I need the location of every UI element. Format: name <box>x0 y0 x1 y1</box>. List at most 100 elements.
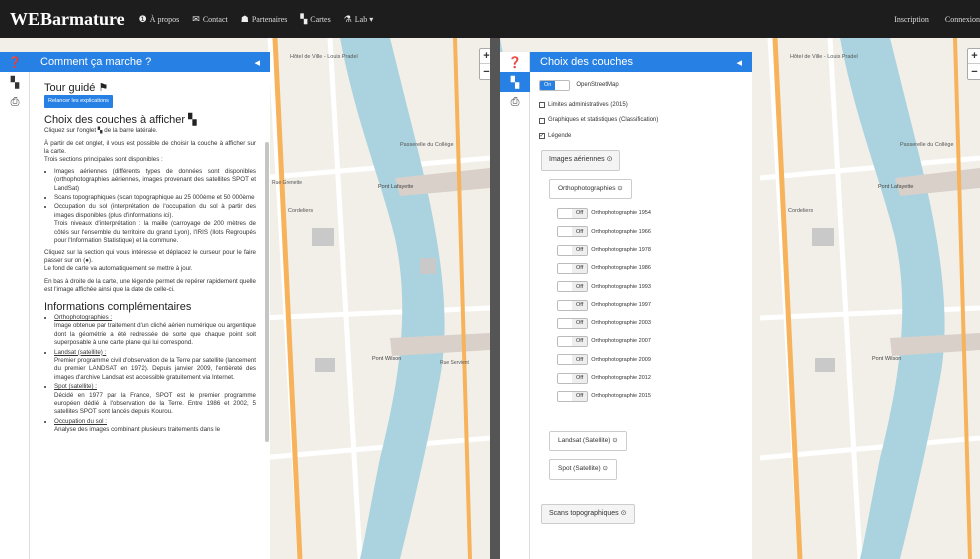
map-label-hotel-de-ville: Hôtel de Ville - Louis Pradel <box>290 54 358 60</box>
ortho-toggle[interactable]: Off <box>557 262 589 274</box>
ortho-list: Off Orthophotographie 1954 Off Orthophotog… <box>557 207 743 403</box>
list-item: Off Orthophotographie 1978 <box>557 244 743 257</box>
nav-partners[interactable]: ☗ Partenaires <box>241 14 288 25</box>
list-item: Off Orthophotographie 2007 <box>557 335 743 348</box>
list-item: Occupation du sol (interprétation de l'o… <box>54 203 256 245</box>
list-item: Off Orthophotographie 2015 <box>557 390 743 403</box>
tour-title: Tour guidé ⚑ <box>44 82 109 94</box>
landsat-section[interactable]: Landsat (Satellite) ⊙ <box>549 431 627 452</box>
chevron-down-icon: ⊙ <box>612 437 618 444</box>
flask-icon: ⚗ <box>343 13 352 24</box>
tab-help[interactable]: ❓ <box>0 52 30 72</box>
chevron-down-icon: ⊙ <box>617 184 623 192</box>
map-icon: ▚ <box>510 76 520 89</box>
chevron-down-icon: ⊙ <box>602 465 608 473</box>
legend-checkbox[interactable]: ✓ <box>539 133 545 140</box>
collapse-panel-icon[interactable]: ◂ <box>736 56 742 69</box>
ortho-toggle[interactable]: Off <box>557 208 589 220</box>
list-item: Off Orthophotographie 2012 <box>557 372 743 385</box>
login-link[interactable]: Connexion <box>945 15 980 24</box>
help-p2: À partir de cet onglet, il vous est poss… <box>44 139 256 156</box>
nav-about[interactable]: ❶À propos <box>139 14 180 25</box>
zoom-control-right: + − <box>967 48 980 80</box>
map-icon: ▚ <box>188 113 197 126</box>
help-panel-header: Comment ça marche ? ◂ <box>30 52 270 72</box>
panel-scrollbar[interactable] <box>265 142 269 442</box>
map-label-pont-wilson: Pont Wilson <box>372 356 401 362</box>
list-item: Off Orthophotographie 2003 <box>557 317 743 330</box>
register-link[interactable]: Inscription <box>894 15 929 24</box>
help-p3: Trois sections principales sont disponib… <box>44 156 163 164</box>
map-label-rue-grenette: Rue Grenette <box>272 180 302 186</box>
map-label-passerelle: Passerelle du Collège <box>900 142 954 148</box>
chevron-down-icon: ⊙ <box>620 509 627 517</box>
list-item: Orthophotographies :Image obtenue par tr… <box>54 314 256 348</box>
zoom-in-button[interactable]: + <box>480 49 490 64</box>
help-p4: Cliquez sur la section qui vous intéress… <box>44 248 256 264</box>
ortho-toggle[interactable]: Off <box>557 372 589 384</box>
relaunch-tour-button[interactable]: Relancer les explications <box>44 95 113 108</box>
tab-help[interactable]: ❓ <box>500 52 530 72</box>
map-label-passerelle: Passerelle du Collège <box>400 142 454 148</box>
nav-contact[interactable]: ✉ Contact <box>192 14 227 25</box>
osm-label: OpenStreetMap <box>576 82 619 89</box>
list-item: Off Orthophotographie 1997 <box>557 299 743 312</box>
help-p1: Cliquez sur l'onglet ▚ de la barre latér… <box>44 127 158 135</box>
osm-row: On OpenStreetMap <box>539 80 743 91</box>
nav-lab-dropdown[interactable]: ⚗ Lab ▾ <box>344 14 374 25</box>
tab-layers[interactable]: ▚ <box>500 72 530 92</box>
layers-panel-body: On OpenStreetMap Limites administratives… <box>530 72 752 532</box>
ortho-toggle[interactable]: Off <box>557 336 589 348</box>
list-item: Spot (satellite) :Décidé en 1977 par la … <box>54 383 256 417</box>
ortho-toggle[interactable]: Off <box>557 299 589 311</box>
ortho-toggle[interactable]: Off <box>557 244 589 256</box>
ortho-toggle[interactable]: Off <box>557 317 589 329</box>
checkbox-row: Limites administratives (2015) <box>539 101 743 109</box>
right-pane: Hôtel de Ville - Louis Pradel Passerelle… <box>500 38 980 559</box>
zoom-control-left: + − <box>479 48 490 80</box>
print-icon: ⎙ <box>10 95 20 108</box>
osm-toggle[interactable]: On <box>539 80 571 91</box>
info-icon: ❶ <box>138 13 147 24</box>
layers-panel-header: Choix des couches ◂ <box>530 52 752 72</box>
print-icon: ⎙ <box>510 95 520 108</box>
ortho-toggle[interactable]: Off <box>557 391 589 402</box>
ortho-section[interactable]: Orthophotographies ⊙ <box>549 178 632 200</box>
stats-checkbox[interactable] <box>539 117 545 124</box>
sections-list: Images aériennes (différents types de do… <box>44 168 256 246</box>
layers-title: Choix des couches à afficher ▚ <box>44 113 197 126</box>
list-item: Scans topographiques (scan topographique… <box>54 194 256 202</box>
collapse-panel-icon[interactable]: ◂ <box>254 56 260 69</box>
aerial-images-section[interactable]: Images aériennes ⊙ <box>541 150 621 171</box>
question-icon: ❓ <box>508 56 522 69</box>
help-panel-body: Tour guidé ⚑ Relancer les explications C… <box>30 72 270 444</box>
help-p6: En bas à droite de la carte, une légende… <box>44 277 256 294</box>
admin-limits-checkbox[interactable] <box>539 102 545 109</box>
map-label-pont-wilson: Pont Wilson <box>872 356 901 362</box>
ortho-toggle[interactable]: Off <box>557 226 589 238</box>
spot-section[interactable]: Spot (Satellite) ⊙ <box>549 459 617 480</box>
envelope-icon: ✉ <box>192 13 200 24</box>
sidebar-tabs-right: ❓ ▚ ⎙ <box>500 52 530 559</box>
list-item: Off Orthophotographie 1986 <box>557 262 743 275</box>
list-item: Images aériennes (différents types de do… <box>54 168 256 193</box>
nav-maps[interactable]: ▚ Cartes <box>300 14 330 25</box>
zoom-out-button[interactable]: − <box>968 64 980 79</box>
ortho-toggle[interactable]: Off <box>557 354 589 366</box>
map-label-hotel-de-ville: Hôtel de Ville - Louis Pradel <box>790 54 858 60</box>
tab-layers[interactable]: ▚ <box>0 72 30 92</box>
tab-print[interactable]: ⎙ <box>0 92 30 112</box>
map-label-rue-servient: Rue Servient <box>440 360 470 366</box>
chevron-down-icon: ⊙ <box>606 156 613 164</box>
nav-right: Inscription Connexion <box>878 0 980 38</box>
map-label-pont-lafayette: Pont Lafayette <box>878 184 913 190</box>
tab-print[interactable]: ⎙ <box>500 92 530 112</box>
split-divider[interactable] <box>490 38 500 559</box>
zoom-in-button[interactable]: + <box>968 49 980 64</box>
brand-logo[interactable]: WEBarmature <box>10 9 125 30</box>
ortho-toggle[interactable]: Off <box>557 281 589 293</box>
info-title: Informations complémentaires <box>44 300 192 313</box>
topo-scans-section[interactable]: Scans topographiques ⊙ <box>541 503 635 525</box>
zoom-out-button[interactable]: − <box>480 64 490 79</box>
map-label-cordeliers: Cordeliers <box>788 208 813 214</box>
